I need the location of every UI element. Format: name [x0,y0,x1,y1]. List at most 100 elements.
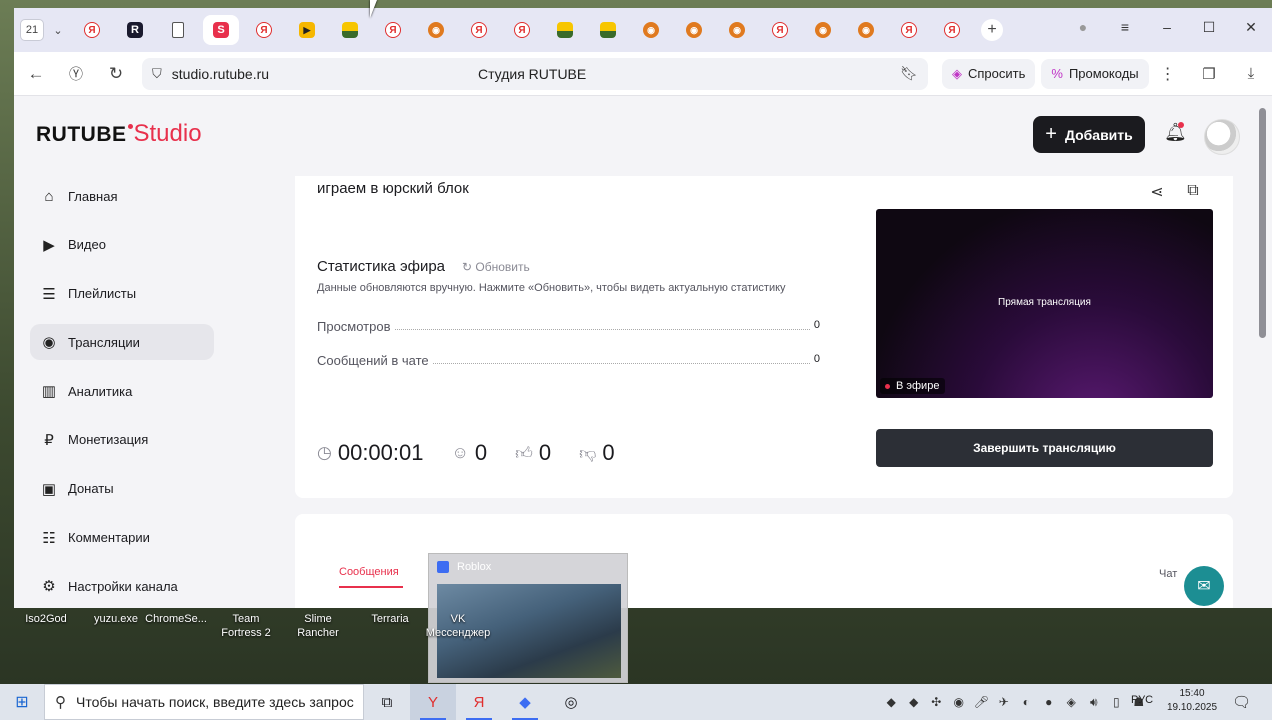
language-indicator[interactable]: РУС [1131,694,1153,706]
collections-icon[interactable]: ❐ [1188,65,1230,83]
scrollbar[interactable] [1254,96,1272,608]
desktop-icon-label[interactable]: Team Fortress 2 [218,612,274,640]
browser-tab[interactable]: ◉ [848,15,884,45]
yandex-browser-icon[interactable]: Y [410,684,456,720]
address-bar[interactable]: ⛉ studio.rutube.ru Студия RUTUBE 🔖︎ [142,57,928,90]
shield-icon[interactable]: ⛉ [152,66,162,82]
reload-icon[interactable]: ↻ [96,64,136,84]
rutube-studio-logo[interactable]: RUTUBE Studio [36,120,202,148]
minimize-icon[interactable]: – [1146,19,1188,35]
roblox-taskbar-icon[interactable]: ◆ [502,684,548,720]
browser-tab[interactable]: ◉ [719,15,755,45]
browser-tab[interactable] [332,15,368,45]
share-icon[interactable]: ⋖ [1139,182,1175,202]
browser-tab[interactable]: R [117,15,153,45]
close-icon[interactable]: ✕ [1230,19,1272,36]
sidebar-item-broadcast[interactable]: ◉ Трансляции [30,324,214,361]
browser-tab[interactable]: ▶ [289,15,325,45]
desktop-icon-vk[interactable]: VK Мессенджер [423,612,493,640]
browser-tab[interactable] [547,15,583,45]
tray-app-icon[interactable]: ◈ [1060,695,1083,709]
search-icon: ⚲ [55,694,66,711]
sidebar-item-video[interactable]: ▶ Видео [30,227,214,263]
notification-center-icon[interactable]: 🗨︎ [1232,693,1251,711]
download-icon[interactable]: ⤓ [1230,65,1272,83]
browser-tab[interactable]: Я [934,15,970,45]
tray-app-icon[interactable]: ✈ [993,695,1016,709]
fox-icon: ◉ [815,22,831,38]
tray-app-icon[interactable]: ◆ [880,695,903,709]
end-stream-button[interactable]: Завершить трансляцию [876,429,1213,467]
live-badge: В эфире [880,378,946,394]
desktop-icon-label[interactable]: Slime Rancher [290,612,346,640]
browser-tab[interactable]: ◉ [805,15,841,45]
more-icon[interactable]: ⋮ [1155,64,1181,84]
browser-tab[interactable]: Я [461,15,497,45]
yandex-icon[interactable]: Я [456,684,502,720]
avatar[interactable] [1204,119,1240,155]
tray-app-icon[interactable]: ✣ [925,695,948,709]
sidebar-item-wallet[interactable]: ▣ Донаты [30,471,214,507]
duration-counter: ◷ 00:00:01 [317,440,423,466]
browser-tab[interactable] [590,15,626,45]
browser-tab[interactable]: Я [375,15,411,45]
support-chat-icon[interactable]: ✉ [1184,566,1224,606]
desktop-icon-label[interactable]: yuzu.exe [84,612,148,626]
sidebar-item-home[interactable]: ⌂ Главная [30,178,214,214]
desktop-icon-label[interactable]: Terraria [362,612,418,626]
browser-tab[interactable]: Я [504,15,540,45]
sidebar-item-settings[interactable]: ⚙ Настройки канала [30,568,214,604]
bookmark-icon[interactable]: 🔖︎ [900,65,918,82]
tray-app-icon[interactable]: ◆ [903,695,926,709]
browser-tab[interactable]: S [203,15,239,45]
browser-tab[interactable]: Я [762,15,798,45]
chevron-down-icon[interactable]: ⌄ [50,24,66,37]
yandex-icon: Я [514,22,530,38]
yandex-icon: Я [84,22,100,38]
tray-app-icon[interactable]: ◐ [1015,695,1038,709]
task-view-icon[interactable]: ⧉ [364,684,410,720]
tab-messages[interactable]: Сообщения [339,566,399,578]
menu-icon[interactable]: ≡ [1104,19,1146,35]
preview-label: Прямая трансляция [998,297,1091,308]
maximize-icon[interactable]: ☐ [1188,19,1230,36]
clock[interactable]: 15:40 19.10.2025 [1166,687,1218,715]
chat-label[interactable]: Чат [1159,568,1177,580]
yandex-home-icon[interactable]: Ⓨ [56,64,96,84]
tray-app-icon[interactable]: ◉ [948,695,971,709]
browser-tab[interactable] [160,15,196,45]
obs-icon[interactable]: ◎ [548,684,594,720]
new-tab-icon[interactable]: + [981,19,1003,41]
desktop-icon-label[interactable]: ChromeSe... [144,612,208,626]
tab-count-badge[interactable]: 21 [20,19,44,41]
taskbar-thumbnail[interactable]: Roblox VK Мессенджер [426,553,628,683]
sidebar-item-analytics[interactable]: ▥ Аналитика [30,373,214,409]
stream-actions: ⋖ ⧉ [1139,182,1211,202]
promo-button[interactable]: % Промокоды [1041,58,1149,89]
sidebar-item-playlist[interactable]: ☰ Плейлисты [30,276,214,312]
refresh-button[interactable]: ↻ Обновить [462,260,530,274]
add-button[interactable]: + Добавить [1033,116,1145,153]
desktop-icon-label[interactable]: Iso2God [14,612,78,626]
external-link-icon[interactable]: ⧉ [1175,182,1211,202]
browser-tab[interactable]: Я [246,15,282,45]
browser-tab[interactable]: ◉ [418,15,454,45]
ask-button[interactable]: ◈ Спросить [942,58,1036,89]
back-icon[interactable]: ← [16,64,56,84]
battery-icon[interactable]: ▯ [1105,695,1128,709]
browser-tab[interactable]: ◉ [633,15,669,45]
tray-app-icon[interactable]: ● [1038,695,1061,709]
taskbar-search[interactable]: ⚲ Чтобы начать поиск, введите здесь запр… [44,684,364,720]
volume-icon[interactable]: 🔊︎ [1083,695,1106,710]
browser-tab[interactable]: ◉ [676,15,712,45]
browser-tab[interactable]: Я [891,15,927,45]
stream-preview[interactable]: Прямая трансляция В эфире [876,209,1213,398]
scroll-thumb[interactable] [1259,108,1266,338]
sidebar-item-monetization[interactable]: ₽ Монетизация [30,422,214,458]
sidebar-item-comments[interactable]: ☷ Комментарии [30,520,214,556]
browser-tab[interactable]: Я [74,15,110,45]
profile-icon[interactable]: ● [1062,19,1104,35]
microphone-icon[interactable]: 🎤︎ [970,695,993,709]
sidebar: ⌂ Главная ▶ Видео ☰ Плейлисты ◉ Трансляции ▥ Анал… [30,178,230,608]
windows-start-icon[interactable]: ⊞ [0,692,44,712]
